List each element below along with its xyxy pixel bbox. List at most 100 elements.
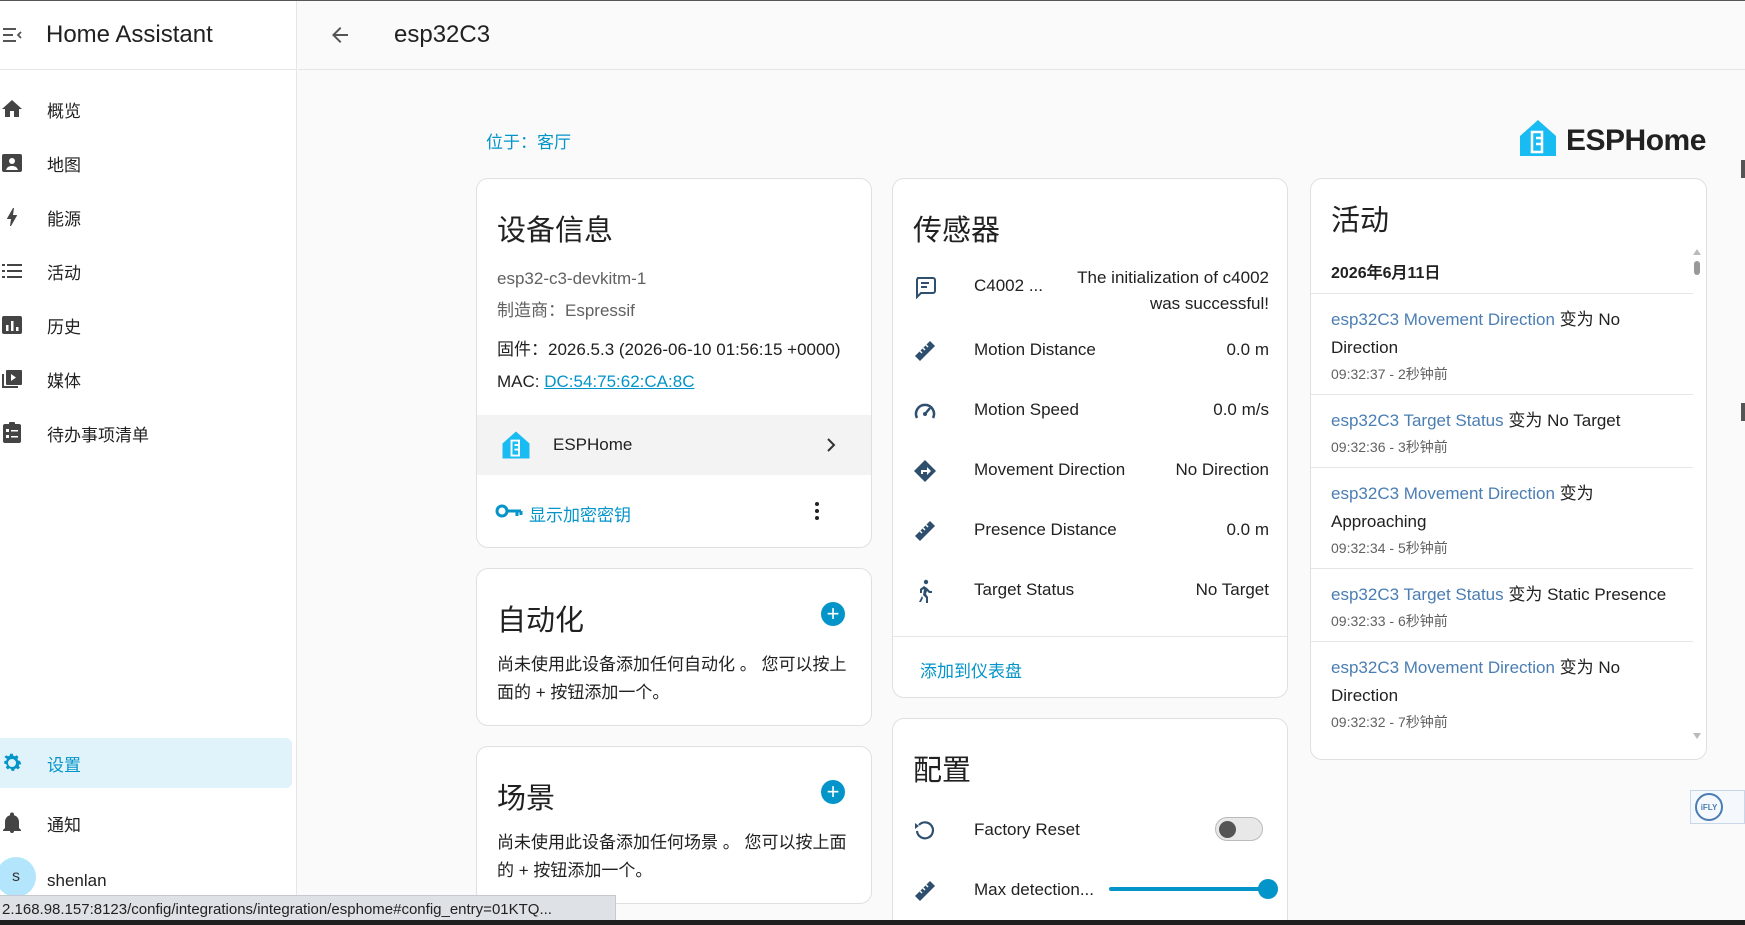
sidebar-item-media[interactable]: 媒体 xyxy=(0,354,292,404)
integration-row[interactable]: ESPHome xyxy=(477,415,871,475)
sensor-row[interactable]: Target Status No Target xyxy=(893,561,1287,621)
activity-icon xyxy=(0,259,24,283)
plus-icon: + xyxy=(826,779,840,804)
sensor-value: The initialization of c4002 was successf… xyxy=(1077,268,1269,313)
list-item: esp32C3 Movement Direction 变为 No Directi… xyxy=(1311,293,1693,394)
back-arrow-icon[interactable] xyxy=(328,23,352,47)
device-mac-row: MAC: DC:54:75:62:CA:8C xyxy=(497,372,694,392)
activity-time: 09:32:33 - 6秒钟前 xyxy=(1331,613,1448,629)
entity-link[interactable]: esp32C3 Movement Direction xyxy=(1331,310,1555,329)
automation-empty-text: 尚未使用此设备添加任何自动化 。 您可以按上面的 + 按钮添加一个。 xyxy=(497,655,847,702)
ruler-icon xyxy=(913,339,937,363)
sidebar-item-label: 历史 xyxy=(47,317,81,337)
device-location-link[interactable]: 位于：客厅 xyxy=(486,128,571,153)
add-scene-button[interactable]: + xyxy=(821,780,845,804)
avatar[interactable]: s xyxy=(0,857,36,897)
sensor-row[interactable]: Motion Speed 0.0 m/s xyxy=(893,381,1287,441)
scene-title: 场景 xyxy=(497,783,556,815)
ruler-icon xyxy=(913,519,937,543)
show-key-label: 显示加密密钥 xyxy=(529,506,631,525)
config-row: Max detection... xyxy=(893,861,1287,921)
slider-thumb[interactable] xyxy=(1258,879,1278,899)
automation-title: 自动化 xyxy=(497,605,585,637)
direction-icon xyxy=(913,459,937,483)
ifly-widget[interactable]: iFLY xyxy=(1690,790,1745,824)
brand-name: ESPHome xyxy=(1566,123,1706,157)
entity-link[interactable]: esp32C3 Movement Direction xyxy=(1331,484,1555,503)
sidebar-item-energy[interactable]: 能源 xyxy=(0,192,292,242)
device-model: esp32-c3-devkitm-1 xyxy=(497,269,647,288)
activity-list[interactable]: esp32C3 Movement Direction 变为 No Directi… xyxy=(1311,293,1693,751)
device-info-card: 设备信息 esp32-c3-devkitm-1 制造商：Espressif 固件… xyxy=(476,178,872,548)
todo-icon xyxy=(0,421,24,445)
change-text: 变为 No Target xyxy=(1503,411,1621,430)
sidebar-item-history[interactable]: 历史 xyxy=(0,300,292,350)
sidebar-item-notifications[interactable]: 通知 xyxy=(0,798,292,848)
sensor-value: 0.0 m/s xyxy=(1213,400,1269,419)
add-to-dashboard-button[interactable]: 添加到仪表盘 xyxy=(920,657,1022,682)
sidebar: Home Assistant 概览 地图 能源 活动 历史 媒体 待办事项清单 … xyxy=(0,1,297,925)
entity-link[interactable]: esp32C3 Target Status xyxy=(1331,585,1504,604)
list-item: esp32C3 Movement Direction 变为 No Directi… xyxy=(1311,641,1693,742)
sidebar-item-todo[interactable]: 待办事项清单 xyxy=(0,408,292,458)
sidebar-item-label: 概览 xyxy=(47,101,81,121)
edge-handle xyxy=(1741,160,1745,178)
menu-toggle-icon[interactable] xyxy=(0,23,24,47)
scroll-up-icon[interactable] xyxy=(1693,249,1701,255)
device-manufacturer: 制造商：Espressif xyxy=(497,301,635,320)
speedometer-icon xyxy=(913,399,937,423)
user-name[interactable]: shenlan xyxy=(47,871,107,891)
sidebar-header: Home Assistant xyxy=(0,1,296,70)
scroll-thumb[interactable] xyxy=(1694,261,1700,275)
toggle-knob xyxy=(1219,821,1236,838)
sidebar-item-label: 媒体 xyxy=(47,371,81,391)
factory-reset-toggle[interactable] xyxy=(1215,817,1263,841)
list-item: esp32C3 Movement Direction 变为 Approachin… xyxy=(1311,467,1693,568)
gear-icon xyxy=(0,751,24,775)
chevron-right-icon xyxy=(819,433,843,462)
sensor-value: 0.0 m xyxy=(1226,340,1269,359)
sensor-row[interactable]: Motion Distance 0.0 m xyxy=(893,321,1287,381)
sensor-value: No Direction xyxy=(1175,460,1269,479)
bell-icon xyxy=(0,811,24,835)
entity-link[interactable]: esp32C3 Target Status xyxy=(1331,411,1504,430)
sidebar-item-label: 地图 xyxy=(47,155,81,175)
sidebar-item-map[interactable]: 地图 xyxy=(0,138,292,188)
list-item: esp32C3 Target Status 变为 Static Presence… xyxy=(1311,568,1693,641)
sensor-row[interactable]: C4002 ... The initialization of c4002 wa… xyxy=(893,261,1287,319)
activity-scrollbar[interactable] xyxy=(1692,249,1702,739)
sensor-value: No Target xyxy=(1195,580,1269,599)
sidebar-item-settings[interactable]: 设置 xyxy=(0,738,292,788)
plus-icon: + xyxy=(826,601,840,626)
show-encryption-key-button[interactable]: 显示加密密钥 xyxy=(495,499,631,528)
more-vert-icon[interactable] xyxy=(805,499,829,528)
integration-label: ESPHome xyxy=(553,435,633,454)
mac-label: MAC: xyxy=(497,372,545,391)
esphome-brand: ESPHome xyxy=(1518,118,1706,163)
browser-status-url: 2.168.98.157:8123/config/integrations/in… xyxy=(0,895,616,923)
taskbar-edge xyxy=(0,920,1745,925)
sidebar-item-label: 通知 xyxy=(47,815,81,835)
add-automation-button[interactable]: + xyxy=(821,602,845,626)
sensor-row[interactable]: Movement Direction No Direction xyxy=(893,441,1287,501)
sidebar-item-label: 设置 xyxy=(47,755,81,775)
ifly-logo: iFLY xyxy=(1695,793,1723,821)
sensor-row[interactable]: Presence Distance 0.0 m xyxy=(893,501,1287,561)
sidebar-item-logbook[interactable]: 活动 xyxy=(0,246,292,296)
sidebar-item-overview[interactable]: 概览 xyxy=(0,84,292,134)
media-icon xyxy=(0,367,24,391)
person-icon xyxy=(913,579,937,603)
edge-handle xyxy=(1741,403,1745,421)
history-icon xyxy=(0,313,24,337)
device-firmware: 固件：2026.5.3 (2026-06-10 01:56:15 +0000) xyxy=(497,340,841,359)
max-detection-slider[interactable] xyxy=(1109,879,1278,899)
home-icon xyxy=(0,97,24,121)
sensor-name: Presence Distance xyxy=(974,520,1117,539)
message-icon xyxy=(913,275,937,300)
mac-address-link[interactable]: DC:54:75:62:CA:8C xyxy=(544,372,694,391)
entity-link[interactable]: esp32C3 Movement Direction xyxy=(1331,658,1555,677)
activity-title: 活动 xyxy=(1331,205,1390,237)
sensor-name: Motion Speed xyxy=(974,400,1079,419)
sensors-card: 传感器 C4002 ... The initialization of c400… xyxy=(892,178,1288,698)
scroll-down-icon[interactable] xyxy=(1693,733,1701,739)
